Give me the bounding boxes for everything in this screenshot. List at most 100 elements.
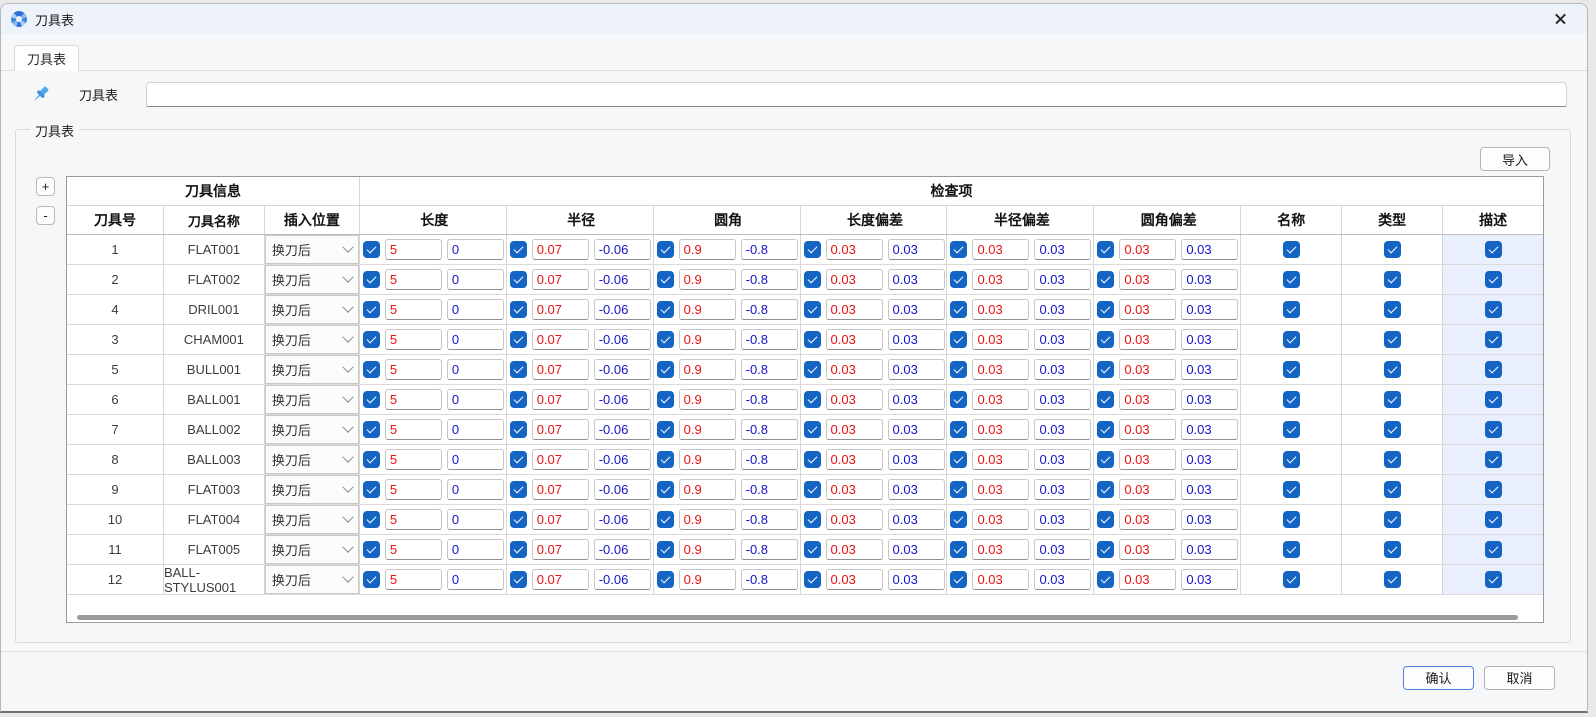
name-checkbox[interactable] — [1283, 541, 1300, 558]
radius-deviation-value-input[interactable] — [972, 329, 1029, 350]
corner-deviation-tolerance-input[interactable] — [1181, 359, 1238, 380]
length-checkbox[interactable] — [363, 511, 380, 528]
name-checkbox[interactable] — [1283, 451, 1300, 468]
corner-tolerance-input[interactable] — [741, 269, 798, 290]
radius-deviation-tolerance-input[interactable] — [1034, 269, 1091, 290]
radius-checkbox[interactable] — [510, 361, 527, 378]
radius-value-input[interactable] — [532, 239, 589, 260]
length-deviation-checkbox[interactable] — [804, 241, 821, 258]
radius-deviation-tolerance-input[interactable] — [1034, 299, 1091, 320]
radius-deviation-checkbox[interactable] — [950, 421, 967, 438]
corner-deviation-value-input[interactable] — [1119, 419, 1176, 440]
name-checkbox[interactable] — [1283, 241, 1300, 258]
length-deviation-checkbox[interactable] — [804, 301, 821, 318]
length-tolerance-input[interactable] — [447, 299, 504, 320]
corner-tolerance-input[interactable] — [741, 509, 798, 530]
horizontal-scrollbar-thumb[interactable] — [77, 615, 1518, 620]
radius-value-input[interactable] — [532, 509, 589, 530]
length-deviation-tolerance-input[interactable] — [888, 269, 945, 290]
name-checkbox[interactable] — [1283, 571, 1300, 588]
corner-value-input[interactable] — [679, 389, 736, 410]
corner-deviation-value-input[interactable] — [1119, 359, 1176, 380]
length-tolerance-input[interactable] — [447, 389, 504, 410]
type-checkbox[interactable] — [1384, 361, 1401, 378]
length-value-input[interactable] — [385, 449, 442, 470]
corner-tolerance-input[interactable] — [741, 419, 798, 440]
corner-deviation-checkbox[interactable] — [1097, 391, 1114, 408]
radius-deviation-tolerance-input[interactable] — [1034, 479, 1091, 500]
length-checkbox[interactable] — [363, 301, 380, 318]
length-deviation-value-input[interactable] — [826, 539, 883, 560]
length-value-input[interactable] — [385, 509, 442, 530]
length-deviation-tolerance-input[interactable] — [888, 329, 945, 350]
corner-checkbox[interactable] — [657, 391, 674, 408]
corner-checkbox[interactable] — [657, 301, 674, 318]
length-deviation-tolerance-input[interactable] — [888, 299, 945, 320]
name-checkbox[interactable] — [1283, 391, 1300, 408]
radius-value-input[interactable] — [532, 539, 589, 560]
type-checkbox[interactable] — [1384, 451, 1401, 468]
length-tolerance-input[interactable] — [447, 449, 504, 470]
description-checkbox[interactable] — [1485, 391, 1502, 408]
radius-checkbox[interactable] — [510, 301, 527, 318]
radius-tolerance-input[interactable] — [594, 449, 651, 470]
radius-value-input[interactable] — [532, 299, 589, 320]
radius-deviation-tolerance-input[interactable] — [1034, 329, 1091, 350]
corner-deviation-tolerance-input[interactable] — [1181, 239, 1238, 260]
radius-value-input[interactable] — [532, 269, 589, 290]
radius-tolerance-input[interactable] — [594, 539, 651, 560]
length-value-input[interactable] — [385, 329, 442, 350]
radius-checkbox[interactable] — [510, 541, 527, 558]
insert-position-select[interactable]: 换刀后 — [265, 295, 359, 324]
name-checkbox[interactable] — [1283, 301, 1300, 318]
type-checkbox[interactable] — [1384, 511, 1401, 528]
radius-deviation-checkbox[interactable] — [950, 301, 967, 318]
name-checkbox[interactable] — [1283, 271, 1300, 288]
radius-deviation-value-input[interactable] — [972, 479, 1029, 500]
confirm-button[interactable]: 确认 — [1403, 666, 1474, 690]
radius-deviation-value-input[interactable] — [972, 389, 1029, 410]
description-checkbox[interactable] — [1485, 451, 1502, 468]
description-checkbox[interactable] — [1485, 361, 1502, 378]
radius-checkbox[interactable] — [510, 421, 527, 438]
length-value-input[interactable] — [385, 359, 442, 380]
corner-value-input[interactable] — [679, 359, 736, 380]
radius-tolerance-input[interactable] — [594, 569, 651, 590]
length-tolerance-input[interactable] — [447, 239, 504, 260]
description-checkbox[interactable] — [1485, 421, 1502, 438]
radius-deviation-checkbox[interactable] — [950, 331, 967, 348]
corner-deviation-checkbox[interactable] — [1097, 331, 1114, 348]
radius-tolerance-input[interactable] — [594, 239, 651, 260]
length-deviation-value-input[interactable] — [826, 509, 883, 530]
length-checkbox[interactable] — [363, 331, 380, 348]
length-deviation-checkbox[interactable] — [804, 481, 821, 498]
corner-deviation-value-input[interactable] — [1119, 449, 1176, 470]
type-checkbox[interactable] — [1384, 391, 1401, 408]
type-checkbox[interactable] — [1384, 301, 1401, 318]
length-tolerance-input[interactable] — [447, 269, 504, 290]
radius-checkbox[interactable] — [510, 451, 527, 468]
length-checkbox[interactable] — [363, 391, 380, 408]
length-deviation-value-input[interactable] — [826, 419, 883, 440]
radius-deviation-checkbox[interactable] — [950, 271, 967, 288]
length-value-input[interactable] — [385, 479, 442, 500]
length-checkbox[interactable] — [363, 271, 380, 288]
corner-value-input[interactable] — [679, 449, 736, 470]
corner-deviation-tolerance-input[interactable] — [1181, 569, 1238, 590]
radius-checkbox[interactable] — [510, 511, 527, 528]
remove-row-button[interactable]: - — [36, 206, 55, 225]
radius-deviation-tolerance-input[interactable] — [1034, 509, 1091, 530]
length-deviation-checkbox[interactable] — [804, 541, 821, 558]
corner-value-input[interactable] — [679, 299, 736, 320]
length-deviation-tolerance-input[interactable] — [888, 239, 945, 260]
length-deviation-tolerance-input[interactable] — [888, 509, 945, 530]
length-deviation-checkbox[interactable] — [804, 451, 821, 468]
length-deviation-value-input[interactable] — [826, 389, 883, 410]
corner-deviation-value-input[interactable] — [1119, 539, 1176, 560]
corner-tolerance-input[interactable] — [741, 569, 798, 590]
corner-deviation-value-input[interactable] — [1119, 569, 1176, 590]
corner-deviation-checkbox[interactable] — [1097, 511, 1114, 528]
corner-value-input[interactable] — [679, 479, 736, 500]
name-checkbox[interactable] — [1283, 511, 1300, 528]
radius-deviation-value-input[interactable] — [972, 419, 1029, 440]
